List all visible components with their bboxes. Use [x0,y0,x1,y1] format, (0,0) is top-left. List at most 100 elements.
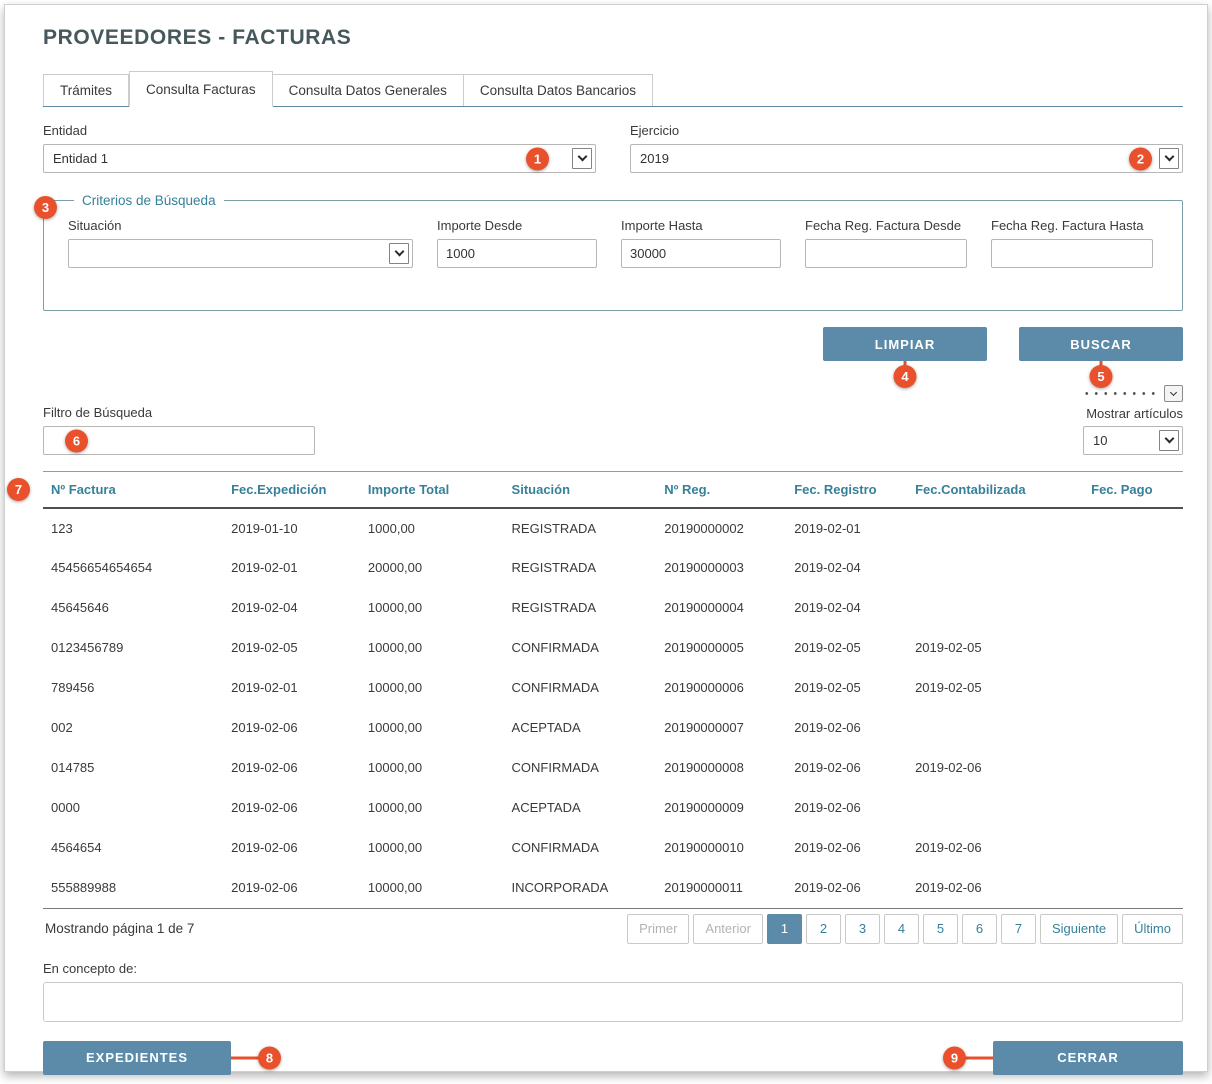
cell [1059,868,1183,908]
cell [907,708,1059,748]
expedientes-button[interactable]: EXPEDIENTES [43,1041,231,1075]
table-row[interactable]: 014785 2019-02-06 10000,00 CONFIRMADA 20… [43,748,1183,788]
table-row[interactable]: 0000 2019-02-06 10000,00 ACEPTADA 201900… [43,788,1183,828]
pagination-page-5[interactable]: 5 [923,914,958,944]
cell: 20190000004 [656,588,786,628]
table-row[interactable]: 0123456789 2019-02-05 10000,00 CONFIRMAD… [43,628,1183,668]
cell: 555889988 [43,868,223,908]
fecha-reg-desde-input[interactable] [805,239,967,268]
pagination-page-1[interactable]: 1 [767,914,802,944]
importe-desde-input[interactable] [437,239,597,268]
callout-3: 3 [34,196,57,219]
situacion-select[interactable] [68,239,413,268]
cell: 002 [43,708,223,748]
callout-7: 7 [7,478,30,501]
table-row[interactable]: 45645646 2019-02-04 10000,00 REGISTRADA … [43,588,1183,628]
pagination-page-4[interactable]: 4 [884,914,919,944]
cell: REGISTRADA [504,548,657,588]
pagination-next[interactable]: Siguiente [1040,914,1118,944]
column-header[interactable]: Fec. Registro [786,472,907,508]
table-row[interactable]: 45456654654654 2019-02-01 20000,00 REGIS… [43,548,1183,588]
cell: 2019-02-06 [786,708,907,748]
cell [1059,548,1183,588]
table-row[interactable]: 789456 2019-02-01 10000,00 CONFIRMADA 20… [43,668,1183,708]
mostrar-articulos-select[interactable]: 10 [1083,426,1183,455]
cell: ACEPTADA [504,788,657,828]
cell: 2019-02-04 [786,588,907,628]
chevron-down-icon [1159,430,1179,451]
limpiar-button[interactable]: LIMPIAR [823,327,987,361]
tab-consulta-datos-bancarios[interactable]: Consulta Datos Bancarios [464,74,653,106]
fecha-reg-hasta-label: Fecha Reg. Factura Hasta [991,218,1153,233]
cell: 0123456789 [43,628,223,668]
buscar-button[interactable]: BUSCAR [1019,327,1183,361]
pagination-page-6[interactable]: 6 [962,914,997,944]
cell: 789456 [43,668,223,708]
entidad-select[interactable]: Entidad 1 1 [43,144,596,173]
cell [907,548,1059,588]
ejercicio-select[interactable]: 2019 2 [630,144,1183,173]
cell: 45645646 [43,588,223,628]
pagination-page-3[interactable]: 3 [845,914,880,944]
cell [907,508,1059,548]
concepto-textarea[interactable] [43,982,1183,1022]
importe-desde-label: Importe Desde [437,218,597,233]
cell: CONFIRMADA [504,628,657,668]
column-header[interactable]: Nº Reg. [656,472,786,508]
tab-tramites[interactable]: Trámites [43,74,129,106]
column-header[interactable]: Nº Factura [43,472,223,508]
pagination-first[interactable]: Primer [627,914,689,944]
cell: 2019-02-06 [907,748,1059,788]
concepto-label: En concepto de: [43,961,1183,976]
importe-hasta-input[interactable] [621,239,781,268]
ejercicio-label: Ejercicio [630,123,1183,138]
cell: 2019-02-06 [223,868,360,908]
app-window: PROVEEDORES - FACTURAS Trámites Consulta… [4,4,1208,1072]
cell: 20190000011 [656,868,786,908]
cell: 20190000003 [656,548,786,588]
table-row[interactable]: 002 2019-02-06 10000,00 ACEPTADA 2019000… [43,708,1183,748]
cell [1059,508,1183,548]
cell: 20000,00 [360,548,504,588]
tab-consulta-datos-generales[interactable]: Consulta Datos Generales [273,74,464,106]
column-header[interactable]: Fec.Expedición [223,472,360,508]
cell: 4564654 [43,828,223,868]
cell: 2019-02-06 [223,748,360,788]
column-header[interactable]: Situación [504,472,657,508]
column-header[interactable]: Fec. Pago [1059,472,1183,508]
cell: 2019-02-05 [786,628,907,668]
fecha-reg-hasta-input[interactable] [991,239,1153,268]
cell: 2019-02-05 [223,628,360,668]
cerrar-button[interactable]: CERRAR [993,1041,1183,1075]
chevron-down-icon [572,148,592,169]
mostrar-articulos-value: 10 [1093,433,1107,448]
cell: 1000,00 [360,508,504,548]
table-row[interactable]: 4564654 2019-02-06 10000,00 CONFIRMADA 2… [43,828,1183,868]
callout-9: 9 [943,1046,966,1069]
pagination-prev[interactable]: Anterior [693,914,763,944]
cell [907,588,1059,628]
criterios-legend: Criterios de Búsqueda [74,193,224,208]
ejercicio-value: 2019 [640,151,669,166]
cell: 2019-02-06 [907,868,1059,908]
table-row[interactable]: 123 2019-01-10 1000,00 REGISTRADA 201900… [43,508,1183,548]
pagination-last[interactable]: Último [1122,914,1183,944]
column-selector-dots [1082,391,1156,396]
tab-consulta-facturas[interactable]: Consulta Facturas [129,71,273,107]
cell: 2019-02-01 [786,508,907,548]
column-header[interactable]: Fec.Contabilizada [907,472,1059,508]
cell [1059,588,1183,628]
table-row[interactable]: 555889988 2019-02-06 10000,00 INCORPORAD… [43,868,1183,908]
pagination-page-7[interactable]: 7 [1001,914,1036,944]
cell: 20190000006 [656,668,786,708]
cell: 2019-02-06 [223,828,360,868]
importe-hasta-label: Importe Hasta [621,218,781,233]
filtro-busqueda-label: Filtro de Búsqueda [43,405,315,420]
column-header[interactable]: Importe Total [360,472,504,508]
cell: ACEPTADA [504,708,657,748]
cell: 20190000010 [656,828,786,868]
cell: 2019-02-05 [907,668,1059,708]
cell: 2019-02-06 [786,868,907,908]
pagination-page-2[interactable]: 2 [806,914,841,944]
cell [1059,788,1183,828]
